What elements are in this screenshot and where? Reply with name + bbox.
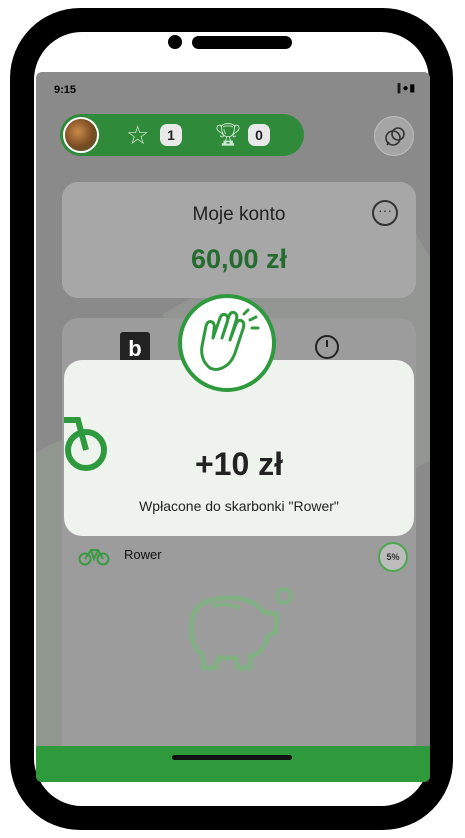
account-card[interactable]: Moje konto ··· 60,00 zł [62, 182, 416, 298]
app-screen: 9:15 ∥●▮ ☆ 1 🏆︎ 0 Moje konto ··· 60,00 z… [36, 72, 430, 782]
chat-icon [385, 127, 405, 146]
trophies-count: 0 [248, 124, 270, 146]
piggy-bank-icon [189, 587, 293, 671]
deposit-message: Wpłacone do skarbonki "Rower" [139, 498, 339, 514]
account-balance: 60,00 zł [190, 244, 288, 274]
status-icons: ∥●▮ [396, 83, 416, 94]
phone-speaker [192, 36, 292, 49]
avatar[interactable] [63, 117, 99, 153]
deposit-amount: +10 zł [194, 446, 284, 482]
clap-badge [178, 294, 276, 392]
account-title: Moje konto [192, 204, 286, 225]
home-indicator[interactable] [172, 755, 292, 760]
savings-goal-row[interactable]: Rower 5% [78, 542, 408, 572]
phone-camera [168, 35, 182, 49]
trophy-icon: 🏆︎ [214, 122, 242, 147]
bottom-bar [36, 746, 430, 782]
history-icon[interactable] [312, 332, 342, 362]
stars-count: 1 [160, 124, 182, 146]
status-time: 9:15 [54, 84, 77, 96]
goal-name: Rower [124, 547, 162, 562]
goal-progress-ring: 5% [378, 542, 408, 572]
star-icon: ☆ [126, 120, 150, 150]
more-icon[interactable]: ··· [372, 200, 398, 226]
chat-button[interactable] [374, 116, 414, 156]
status-bar: 9:15 ∥●▮ [36, 72, 430, 108]
clapping-hands-icon [200, 308, 260, 371]
profile-score-pill[interactable]: ☆ 1 🏆︎ 0 [60, 114, 304, 156]
bike-icon [78, 549, 110, 566]
